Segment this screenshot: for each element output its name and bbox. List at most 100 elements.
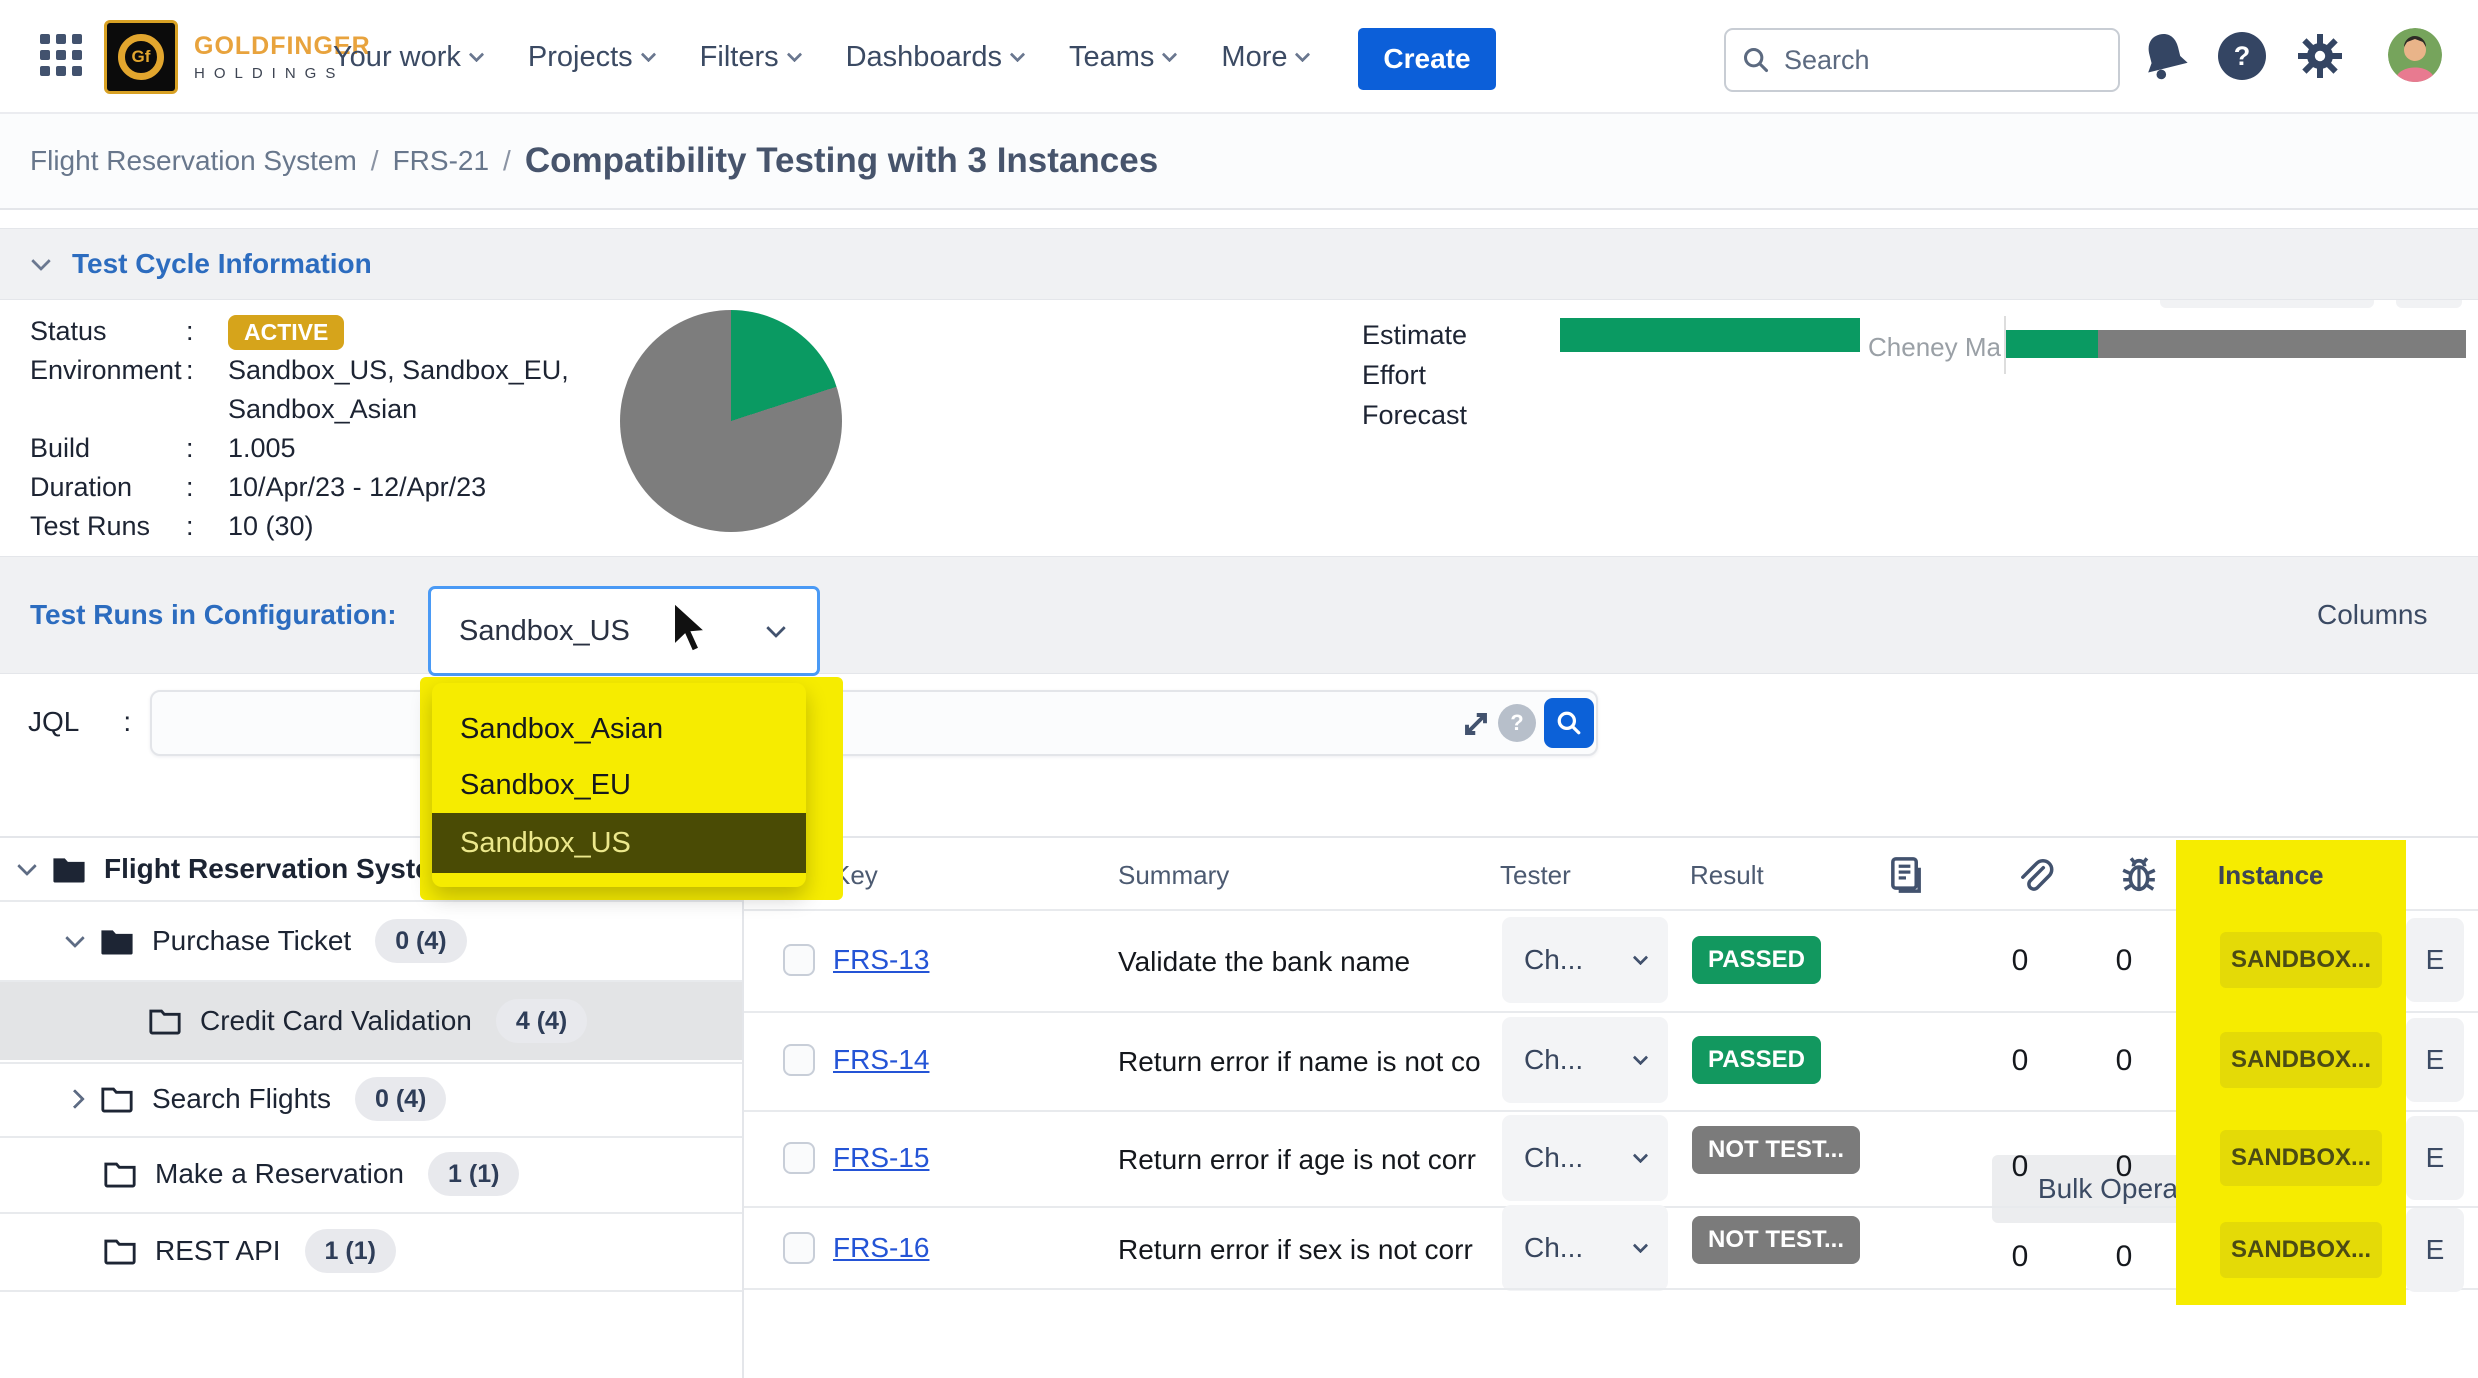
menu-teams[interactable]: Teams xyxy=(1069,41,1175,74)
notifications-bell-icon[interactable] xyxy=(2142,32,2188,85)
summary-cell: Return error if sex is not corr xyxy=(1118,1234,1503,1266)
column-header-summary[interactable]: Summary xyxy=(1118,860,1229,891)
tree-item-make-a-reservation[interactable]: Make a Reservation 1 (1) xyxy=(0,1138,742,1210)
attachment-count: 0 xyxy=(2000,1150,2040,1184)
folder-filled-icon xyxy=(100,926,134,956)
defect-count: 0 xyxy=(2104,944,2144,978)
chevron-down-icon xyxy=(1010,46,1026,62)
row-checkbox[interactable] xyxy=(783,1044,815,1076)
chevron-right-icon[interactable] xyxy=(65,1089,85,1109)
estimate-bar xyxy=(1560,318,1860,352)
build-field: Build : 1.005 xyxy=(30,429,710,468)
chevron-down-icon xyxy=(640,46,656,62)
test-key-link[interactable]: FRS-16 xyxy=(833,1232,929,1264)
breadcrumb-issue[interactable]: FRS-21 xyxy=(393,145,489,177)
environment-value: Sandbox_US, Sandbox_EU, Sandbox_Asian xyxy=(228,351,680,429)
collapse-chevron-icon[interactable] xyxy=(31,251,51,271)
cycle-info-band: Test Cycle Information xyxy=(0,228,2478,300)
defects-column-icon xyxy=(2120,856,2158,899)
tree-item-rest-api[interactable]: REST API 1 (1) xyxy=(0,1214,742,1288)
brand-logo[interactable]: Gf GOLDFINGER HOLDINGS xyxy=(104,20,371,94)
menu-filters[interactable]: Filters xyxy=(700,41,800,74)
summary-cell: Return error if name is not co xyxy=(1118,1046,1503,1078)
row-checkbox[interactable] xyxy=(783,944,815,976)
page-title: Compatibility Testing with 3 Instances xyxy=(525,141,1158,181)
search-icon xyxy=(1556,710,1582,736)
test-key-link[interactable]: FRS-15 xyxy=(833,1142,929,1174)
mouse-cursor xyxy=(668,600,710,663)
jql-search-button[interactable] xyxy=(1544,698,1594,748)
duration-field: Duration : 10/Apr/23 - 12/Apr/23 xyxy=(30,468,710,507)
logo-monogram: Gf xyxy=(118,34,164,80)
menu-dashboards[interactable]: Dashboards xyxy=(846,41,1023,74)
tester-select[interactable]: Ch... xyxy=(1502,1115,1668,1201)
execute-button[interactable]: E xyxy=(2406,1018,2464,1102)
row-checkbox[interactable] xyxy=(783,1232,815,1264)
execute-button[interactable]: E xyxy=(2406,918,2464,1002)
result-badge[interactable]: NOT TEST... xyxy=(1692,1126,1860,1174)
app-switcher-icon[interactable] xyxy=(40,34,82,76)
chevron-down-icon[interactable] xyxy=(17,856,37,876)
create-button[interactable]: Create xyxy=(1358,28,1496,90)
tree-item-search-flights[interactable]: Search Flights 0 (4) xyxy=(0,1064,742,1134)
config-label: Test Runs in Configuration: xyxy=(30,557,397,673)
search-input[interactable] xyxy=(1784,45,2064,76)
tester-select[interactable]: Ch... xyxy=(1502,1205,1668,1291)
summary-cell: Validate the bank name xyxy=(1118,946,1503,978)
chevron-down-icon xyxy=(469,46,485,62)
option-sandbox-asian[interactable]: Sandbox_Asian xyxy=(432,701,806,757)
test-key-link[interactable]: FRS-13 xyxy=(833,944,929,976)
environment-field: Environment : Sandbox_US, Sandbox_EU, Sa… xyxy=(30,351,710,429)
execute-button[interactable]: E xyxy=(2406,1116,2464,1200)
configuration-select[interactable]: Sandbox_US xyxy=(428,586,820,676)
chevron-down-icon xyxy=(1633,1237,1649,1253)
execute-button[interactable]: E xyxy=(2406,1208,2464,1292)
tree-item-credit-card-validation[interactable]: Credit Card Validation 4 (4) xyxy=(0,982,742,1060)
menu-more[interactable]: More xyxy=(1221,41,1308,74)
chevron-down-icon xyxy=(1162,46,1178,62)
column-header-result[interactable]: Result xyxy=(1690,860,1764,891)
jql-help-icon[interactable]: ? xyxy=(1498,704,1536,742)
row-checkbox[interactable] xyxy=(783,1142,815,1174)
top-navigation-bar: Gf GOLDFINGER HOLDINGS Your work Project… xyxy=(0,0,2478,114)
logo-emblem-icon: Gf xyxy=(104,20,178,94)
columns-button[interactable]: Columns xyxy=(2317,557,2427,673)
folder-filled-icon xyxy=(52,854,86,884)
jql-input[interactable] xyxy=(150,690,1598,756)
assignee-name: Cheney Ma xyxy=(1868,332,2001,363)
column-header-tester[interactable]: Tester xyxy=(1500,860,1571,891)
test-runs-value: 10 (30) xyxy=(228,507,680,546)
option-sandbox-eu[interactable]: Sandbox_EU xyxy=(432,757,806,813)
test-key-link[interactable]: FRS-14 xyxy=(833,1044,929,1076)
chevron-down-icon[interactable] xyxy=(65,928,85,948)
breadcrumb-separator: / xyxy=(503,145,511,177)
instance-badge: SANDBOX... xyxy=(2220,1032,2382,1088)
menu-projects[interactable]: Projects xyxy=(528,41,654,74)
help-icon[interactable]: ? xyxy=(2218,32,2266,80)
cycle-info-title: Test Cycle Information xyxy=(72,248,372,280)
chevron-down-icon xyxy=(1295,46,1311,62)
breadcrumb-project[interactable]: Flight Reservation System xyxy=(30,145,357,177)
result-badge[interactable]: PASSED xyxy=(1692,936,1821,984)
menu-your-work[interactable]: Your work xyxy=(333,41,482,74)
effort-label: Effort xyxy=(1362,360,1426,391)
defect-count: 0 xyxy=(2104,1150,2144,1184)
expand-query-icon[interactable] xyxy=(1458,706,1494,747)
settings-gear-icon[interactable] xyxy=(2296,32,2344,85)
tester-select[interactable]: Ch... xyxy=(1502,1017,1668,1103)
attachment-count: 0 xyxy=(2000,1044,2040,1078)
chevron-down-icon xyxy=(1633,1049,1649,1065)
chevron-down-icon xyxy=(1633,1147,1649,1163)
search-icon xyxy=(1742,46,1770,74)
option-sandbox-us-selected[interactable]: Sandbox_US xyxy=(432,813,806,873)
folder-outline-icon xyxy=(100,1084,134,1114)
configuration-selected-value: Sandbox_US xyxy=(459,615,630,648)
user-avatar[interactable] xyxy=(2388,28,2442,82)
tester-select[interactable]: Ch... xyxy=(1502,917,1668,1003)
status-field: Status : ACTIVE xyxy=(30,312,710,351)
tree-item-purchase-ticket[interactable]: Purchase Ticket 0 (4) xyxy=(0,902,742,980)
result-badge[interactable]: NOT TEST... xyxy=(1692,1216,1860,1264)
run-count-badge: 4 (4) xyxy=(496,999,587,1043)
result-badge[interactable]: PASSED xyxy=(1692,1036,1821,1084)
duration-value: 10/Apr/23 - 12/Apr/23 xyxy=(228,468,680,507)
